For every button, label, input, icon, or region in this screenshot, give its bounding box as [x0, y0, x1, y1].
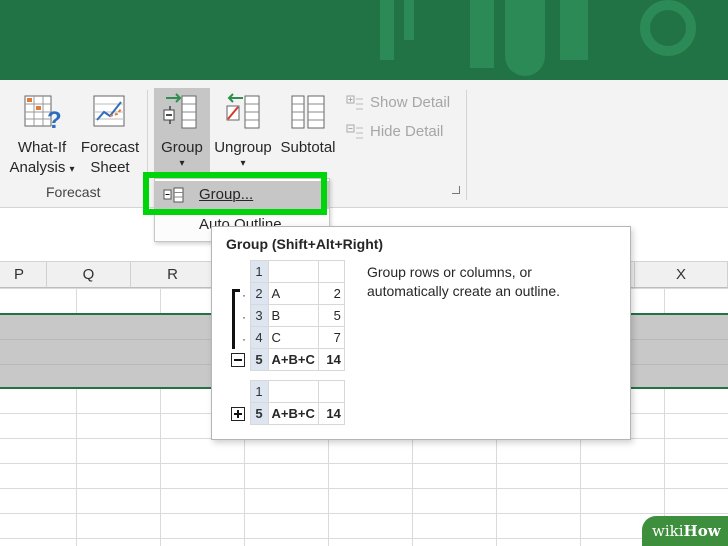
outline-dot-icon: · — [242, 287, 246, 302]
cell-text — [267, 380, 319, 403]
cell-value: 7 — [317, 326, 345, 349]
chevron-down-icon: ▾ — [69, 164, 75, 175]
what-if-label-1: What-If — [17, 139, 67, 156]
outline-gutter: · — [228, 283, 250, 305]
example-row: 5 A+B+C 14 — [228, 402, 345, 425]
outline-dialog-launcher-icon[interactable] — [452, 186, 460, 194]
row-number: 5 — [249, 402, 269, 425]
forecast-sheet-button[interactable]: Forecast Sheet — [78, 92, 142, 178]
wikihow-watermark: wikiHow — [642, 516, 728, 546]
group-label: Group — [161, 139, 203, 156]
banner-decoration — [380, 0, 394, 60]
banner-decoration — [404, 0, 414, 40]
ungroup-icon — [226, 93, 260, 129]
outline-gutter — [228, 381, 250, 403]
row-number: 2 — [249, 282, 269, 305]
highlight-box — [143, 172, 327, 215]
show-detail-label: Show Detail — [370, 94, 451, 111]
column-header-r[interactable]: R — [131, 262, 215, 288]
excel-header-banner — [0, 0, 728, 80]
chevron-down-icon: ▾ — [240, 158, 246, 169]
subtotal-button[interactable]: Subtotal — [276, 92, 340, 158]
banner-decoration — [470, 0, 494, 68]
cell-value — [317, 260, 345, 283]
cell-value: 2 — [317, 282, 345, 305]
outline-gutter — [228, 261, 250, 283]
banner-decoration — [640, 0, 696, 56]
subtotal-label: Subtotal — [280, 139, 336, 156]
outline-gutter — [228, 349, 250, 371]
outline-bracket — [232, 304, 235, 327]
cell-value: 5 — [317, 304, 345, 327]
cell-text: A+B+C — [267, 402, 319, 425]
row-number: 3 — [249, 304, 269, 327]
example-collapsed-table: 1 5 A+B+C 14 — [228, 380, 345, 425]
cell-text: C — [267, 326, 319, 349]
example-row: 5 A+B+C 14 — [228, 348, 345, 371]
column-header-q[interactable]: Q — [47, 262, 131, 288]
tooltip-title: Group (Shift+Alt+Right) — [226, 236, 384, 252]
group-tooltip: Group (Shift+Alt+Right) Group rows or co… — [211, 226, 631, 440]
example-expanded-table: 1 · 2 A 2 · 3 B 5 · 4 C 7 5 A+B+C 14 — [228, 260, 345, 371]
cell-text: A+B+C — [267, 348, 319, 371]
example-row: · 4 C 7 — [228, 326, 345, 349]
forecast-sheet-icon — [93, 95, 125, 127]
row-number: 1 — [249, 380, 269, 403]
hide-detail-label: Hide Detail — [370, 123, 444, 140]
forecast-group-label: Forecast — [46, 184, 101, 200]
cell-value — [317, 380, 345, 403]
row-number: 4 — [249, 326, 269, 349]
column-header-p[interactable]: P — [0, 262, 47, 288]
ungroup-label: Ungroup — [214, 139, 272, 156]
outline-gutter: · — [228, 326, 250, 349]
expand-icon — [231, 407, 245, 422]
watermark-prefix: wiki — [652, 522, 684, 540]
outline-gutter: · — [228, 304, 250, 327]
column-header-x[interactable]: X — [635, 262, 728, 288]
row-number: 5 — [249, 348, 269, 371]
ribbon-separator — [466, 90, 467, 200]
collapse-icon — [231, 353, 245, 368]
subtotal-icon — [291, 95, 325, 129]
what-if-label-2: Analysis ▾ — [9, 159, 75, 176]
watermark-suffix: How — [683, 522, 721, 540]
what-if-icon: ? — [24, 95, 61, 132]
banner-decoration — [505, 0, 545, 76]
outline-dot-icon: · — [242, 331, 246, 346]
hide-detail-icon — [346, 124, 363, 139]
cell-text: B — [267, 304, 319, 327]
forecast-sheet-label-1: Forecast — [80, 139, 140, 156]
show-detail-button[interactable]: Show Detail — [346, 93, 456, 113]
outline-gutter — [228, 403, 250, 425]
tooltip-description: Group rows or columns, or automatically … — [367, 264, 560, 299]
group-icon — [163, 93, 197, 129]
ungroup-button[interactable]: Ungroup ▾ — [210, 92, 276, 170]
banner-decoration — [560, 0, 588, 60]
example-row: · 2 A 2 — [228, 282, 345, 305]
show-detail-icon — [346, 95, 363, 110]
hide-detail-button[interactable]: Hide Detail — [346, 122, 456, 142]
group-button[interactable]: Group ▾ — [154, 92, 210, 170]
example-row: · 3 B 5 — [228, 304, 345, 327]
what-if-analysis-button[interactable]: ? What-If Analysis ▾ — [6, 92, 78, 180]
cell-text: A — [267, 282, 319, 305]
outline-bracket-top — [232, 288, 240, 292]
row-number: 1 — [249, 260, 269, 283]
outline-bracket — [232, 326, 235, 349]
example-row: 1 — [228, 380, 345, 403]
outline-dot-icon: · — [242, 309, 246, 324]
forecast-sheet-label-2: Sheet — [90, 159, 130, 176]
cell-value: 14 — [317, 402, 345, 425]
example-row: 1 — [228, 260, 345, 283]
svg-text:?: ? — [47, 107, 61, 132]
chevron-down-icon: ▾ — [179, 158, 185, 169]
cell-text — [267, 260, 319, 283]
cell-value: 14 — [317, 348, 345, 371]
